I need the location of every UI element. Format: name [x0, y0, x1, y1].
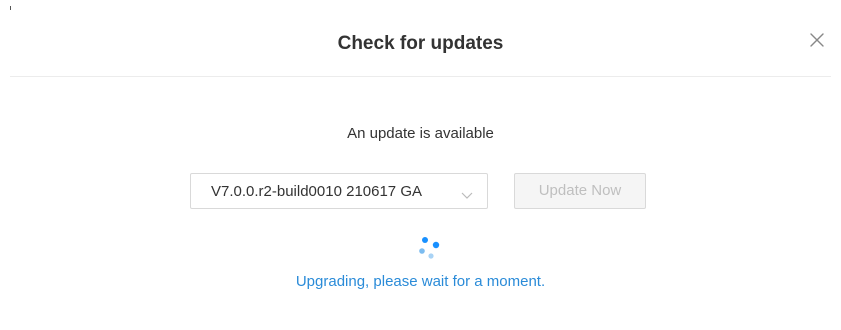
close-icon: [810, 33, 824, 47]
close-button[interactable]: [805, 28, 829, 52]
chevron-down-icon: [461, 187, 473, 205]
loading-spinner-icon: [414, 234, 444, 264]
dialog-header: Check for updates: [10, 0, 831, 77]
check-updates-dialog: Check for updates An update is available…: [0, 0, 841, 330]
version-select-value: V7.0.0.r2-build0010 210617 GA: [211, 183, 422, 200]
update-now-button[interactable]: Update Now: [514, 173, 646, 209]
version-select[interactable]: V7.0.0.r2-build0010 210617 GA: [190, 173, 488, 209]
dialog-title: Check for updates: [337, 33, 504, 54]
update-available-message: An update is available: [347, 125, 494, 142]
upgrade-status-text: Upgrading, please wait for a moment.: [295, 273, 546, 290]
